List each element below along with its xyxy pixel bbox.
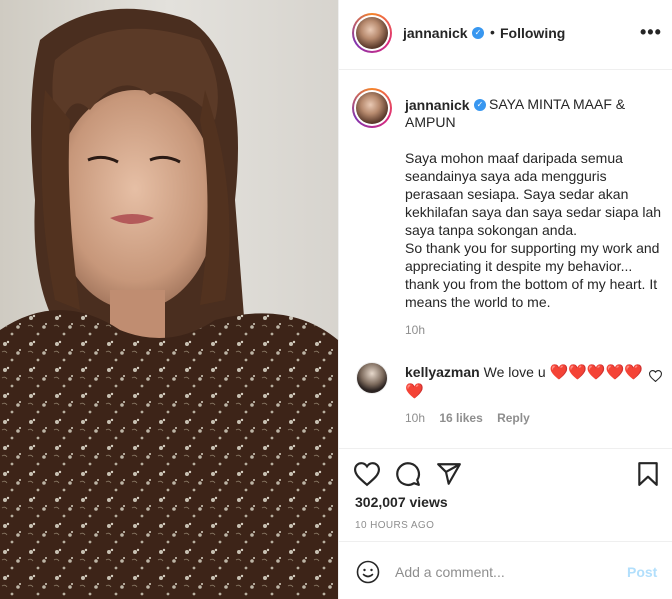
commenter-avatar[interactable]: [356, 362, 388, 394]
commenter-username[interactable]: kellyazman: [405, 364, 480, 380]
reply-button[interactable]: Reply: [497, 411, 530, 425]
comment-input[interactable]: [395, 564, 615, 580]
caption-timestamp[interactable]: 10h: [405, 323, 425, 337]
caption-author-avatar[interactable]: [352, 88, 392, 128]
following-button[interactable]: Following: [500, 25, 565, 41]
small-heart-icon[interactable]: [649, 370, 662, 382]
caption-title: SAYA MINTA MAAF & AMPUN: [405, 96, 626, 130]
caption-body: Saya mohon maaf daripada semua seandainy…: [405, 150, 662, 310]
post-video[interactable]: [0, 0, 338, 599]
video-frame: [0, 0, 338, 599]
post-age[interactable]: 10 HOURS AGO: [355, 520, 434, 531]
author-username[interactable]: jannanick: [403, 25, 468, 41]
paper-plane-icon[interactable]: [436, 461, 462, 487]
author-avatar[interactable]: [352, 13, 392, 53]
post-actions-bar: [339, 448, 672, 498]
comment-likes-count[interactable]: 16 likes: [439, 411, 482, 425]
post-details-panel: jannanick ✓ • Following ••• jannanick ✓ …: [338, 0, 672, 599]
heart-icon[interactable]: [354, 461, 380, 487]
comment-icon[interactable]: [395, 461, 421, 487]
post-comment-button[interactable]: Post: [627, 564, 657, 580]
post-header: jannanick ✓ • Following •••: [339, 0, 672, 70]
comment-text: kellyazman We love u ❤️❤️❤️❤️❤️❤️: [405, 363, 645, 401]
comment-meta: 10h 16 likes Reply: [405, 411, 541, 425]
more-options-icon[interactable]: •••: [640, 22, 662, 43]
comment-message: We love u: [483, 364, 546, 380]
bookmark-icon[interactable]: [635, 461, 661, 487]
verified-badge-icon: ✓: [472, 27, 484, 39]
separator-dot: •: [490, 24, 495, 40]
smiley-icon[interactable]: [356, 560, 380, 584]
add-comment-bar: Post: [339, 541, 672, 599]
comment-timestamp[interactable]: 10h: [405, 411, 425, 425]
views-count[interactable]: 302,007 views: [355, 494, 448, 510]
